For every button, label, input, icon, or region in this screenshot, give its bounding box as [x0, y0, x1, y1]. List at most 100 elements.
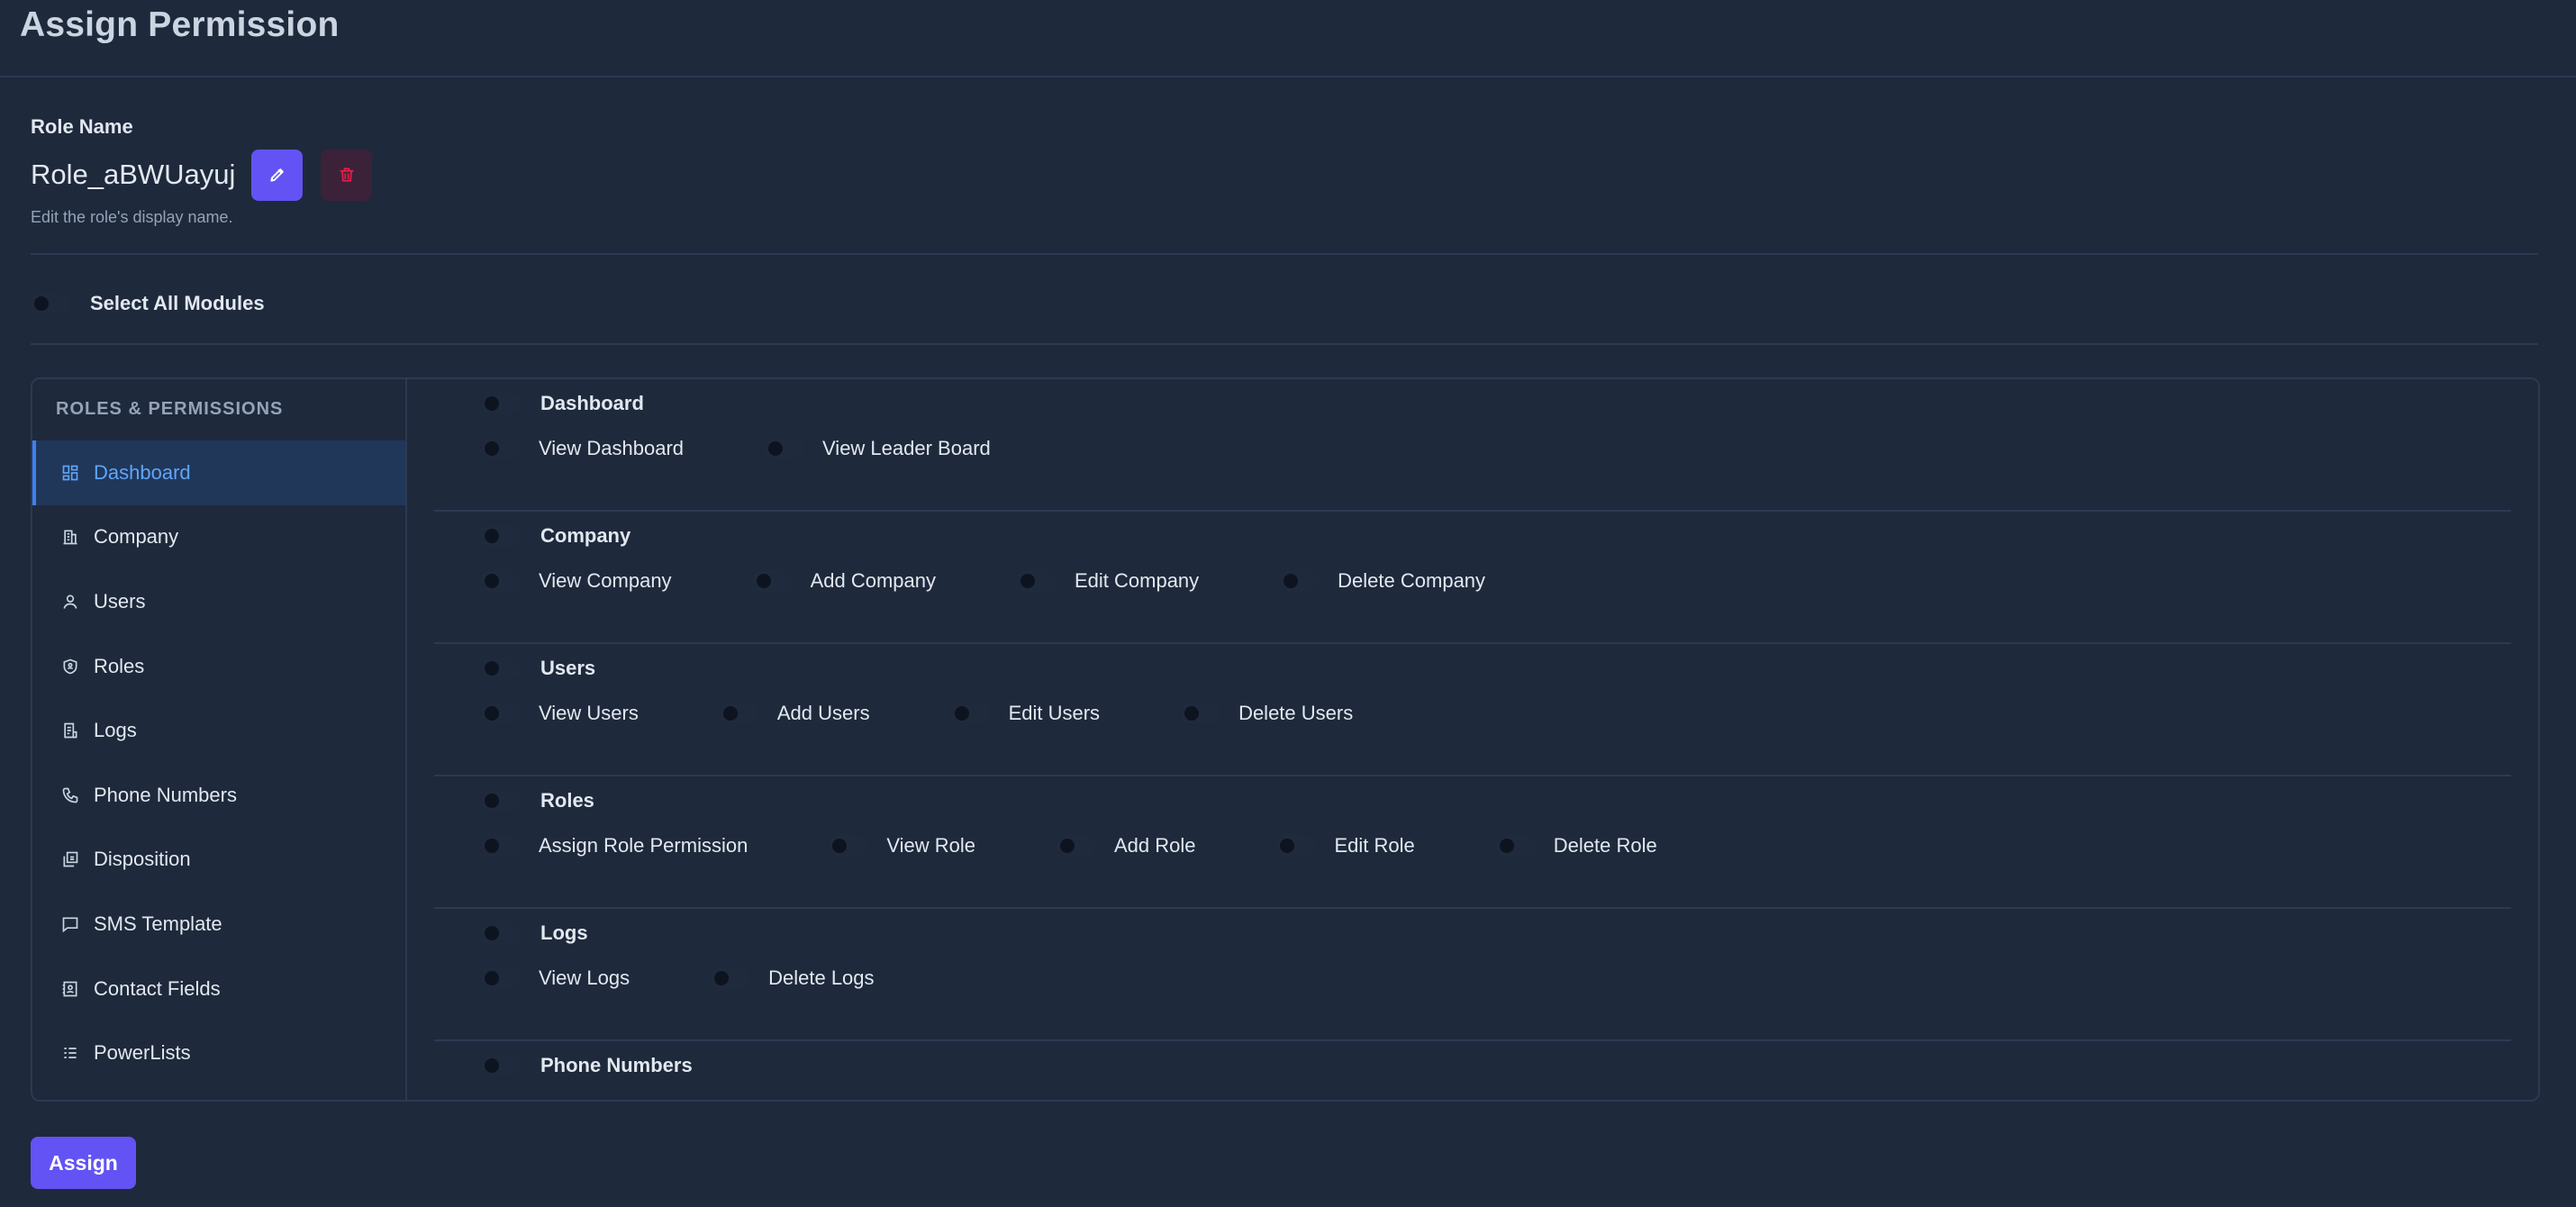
module-phone-numbers: Phone Numbers: [434, 1041, 2511, 1100]
permission-label: Delete Users: [1238, 702, 1354, 724]
module-title: Company: [540, 524, 631, 547]
permission-toggle[interactable]: [752, 570, 793, 592]
module-title: Roles: [540, 789, 594, 812]
permission-view-dashboard: View Dashboard: [481, 437, 684, 460]
permission-toggle[interactable]: [1280, 570, 1320, 592]
module-dashboard: Dashboard View Dashboard View Leader Boa…: [434, 379, 2511, 512]
select-all-toggle[interactable]: [31, 293, 70, 314]
permission-toggle[interactable]: [1016, 570, 1057, 592]
sidebar-item-roles[interactable]: Roles: [32, 634, 405, 699]
role-name-row: Role_aBWUayuj: [31, 149, 373, 201]
sidebar-item-label: PowerLists: [94, 1041, 191, 1065]
sidebar-item-company[interactable]: Company: [32, 505, 405, 570]
permission-add-company: Add Company: [752, 569, 936, 593]
sidebar-item-disposition[interactable]: Disposition: [32, 828, 405, 893]
log-icon: [59, 720, 81, 741]
permission-toggle[interactable]: [481, 703, 521, 724]
permission-toggle[interactable]: [829, 835, 869, 857]
role-name-help: Edit the role's display name.: [31, 208, 233, 226]
shield-icon: [59, 656, 81, 677]
phone-icon: [59, 785, 81, 806]
permission-toggle[interactable]: [950, 703, 991, 724]
permission-row: View Logs Delete Logs: [481, 967, 956, 990]
assign-button[interactable]: Assign: [31, 1137, 136, 1189]
top-bar: Assign Permission: [0, 0, 2576, 77]
permission-edit-company: Edit Company: [1016, 569, 1199, 593]
delete-role-button[interactable]: [321, 149, 373, 201]
sidebar-item-contact-fields[interactable]: Contact Fields: [32, 957, 405, 1021]
module-toggle-company[interactable]: [481, 525, 521, 547]
permission-label: Edit Role: [1334, 834, 1415, 857]
permission-toggle[interactable]: [711, 967, 751, 989]
module-header: Phone Numbers: [481, 1054, 693, 1077]
role-name-label: Role Name: [31, 115, 133, 138]
module-title: Phone Numbers: [540, 1054, 693, 1076]
permission-label: Edit Users: [1008, 702, 1101, 724]
module-header: Users: [481, 657, 595, 680]
edit-role-button[interactable]: [251, 149, 304, 201]
sidebar-item-label: Logs: [94, 719, 137, 742]
sidebar-item-phone-numbers[interactable]: Phone Numbers: [32, 763, 405, 828]
permission-delete-logs: Delete Logs: [711, 967, 875, 990]
sidebar-item-label: Contact Fields: [94, 976, 221, 1000]
sidebar-item-label: Dashboard: [94, 460, 191, 484]
dashboard-icon: [59, 462, 81, 484]
module-toggle-roles[interactable]: [481, 790, 521, 812]
permission-delete-company: Delete Company: [1280, 569, 1485, 593]
permission-view-logs: View Logs: [481, 967, 630, 990]
module-toggle-logs[interactable]: [481, 922, 521, 944]
permission-toggle[interactable]: [1495, 835, 1536, 857]
permission-delete-users: Delete Users: [1181, 702, 1353, 725]
permission-label: Add Users: [776, 702, 870, 724]
permission-toggle[interactable]: [481, 835, 521, 857]
permission-label: Assign Role Permission: [539, 834, 748, 857]
sidebar-item-users[interactable]: Users: [32, 569, 405, 634]
select-all-label: Select All Modules: [90, 292, 265, 314]
module-title: Dashboard: [540, 392, 644, 414]
permission-toggle[interactable]: [481, 570, 521, 592]
pencil-icon: [270, 168, 284, 182]
module-toggle-users[interactable]: [481, 658, 521, 679]
module-title: Logs: [540, 921, 588, 944]
module-toggle-dashboard[interactable]: [481, 393, 521, 414]
permission-toggle[interactable]: [719, 703, 759, 724]
permission-label: View Logs: [539, 967, 630, 989]
building-icon: [59, 526, 81, 548]
disposition-icon: [59, 849, 81, 870]
module-header: Dashboard: [481, 392, 644, 415]
sidebar-item-powerlists[interactable]: PowerLists: [32, 1021, 405, 1085]
permission-toggle[interactable]: [1276, 835, 1317, 857]
permission-label: View Users: [539, 702, 639, 724]
permission-toggle[interactable]: [481, 967, 521, 989]
sidebar-item-label: Roles: [94, 654, 145, 677]
sidebar-item-logs[interactable]: Logs: [32, 698, 405, 763]
module-roles: Roles Assign Role Permission View Role A…: [434, 776, 2511, 909]
module-header: Company: [481, 524, 630, 548]
permission-assign-role-permission: Assign Role Permission: [481, 834, 748, 858]
permission-view-role: View Role: [829, 834, 975, 858]
contact-icon: [59, 978, 81, 1000]
permission-toggle[interactable]: [1056, 835, 1096, 857]
permission-label: View Company: [539, 569, 672, 592]
sidebar-item-sms-template[interactable]: SMS Template: [32, 892, 405, 957]
permission-toggle[interactable]: [765, 438, 805, 459]
user-icon: [59, 591, 81, 613]
permission-add-role: Add Role: [1056, 834, 1196, 858]
permissions-panel: ROLES & PERMISSIONS Dashboard Company Us…: [31, 377, 2540, 1102]
permission-row: View Company Add Company Edit Company De…: [481, 569, 1566, 593]
permission-edit-users: Edit Users: [950, 702, 1101, 725]
permission-view-leader-board: View Leader Board: [765, 437, 991, 460]
sidebar-item-label: Company: [94, 525, 179, 549]
permission-view-company: View Company: [481, 569, 672, 593]
trash-icon: [340, 168, 354, 182]
permission-toggle[interactable]: [481, 438, 521, 459]
sidebar-item-label: Users: [94, 589, 146, 613]
module-header: Roles: [481, 789, 594, 812]
sidebar-item-dashboard[interactable]: Dashboard: [32, 440, 405, 505]
permission-toggle[interactable]: [1181, 703, 1221, 724]
permission-row: View Users Add Users Edit Users Delete U…: [481, 702, 1434, 725]
permission-label: Delete Logs: [768, 967, 875, 989]
divider: [31, 343, 2538, 345]
module-toggle-phone-numbers[interactable]: [481, 1055, 521, 1076]
permission-label: Add Role: [1113, 834, 1196, 857]
